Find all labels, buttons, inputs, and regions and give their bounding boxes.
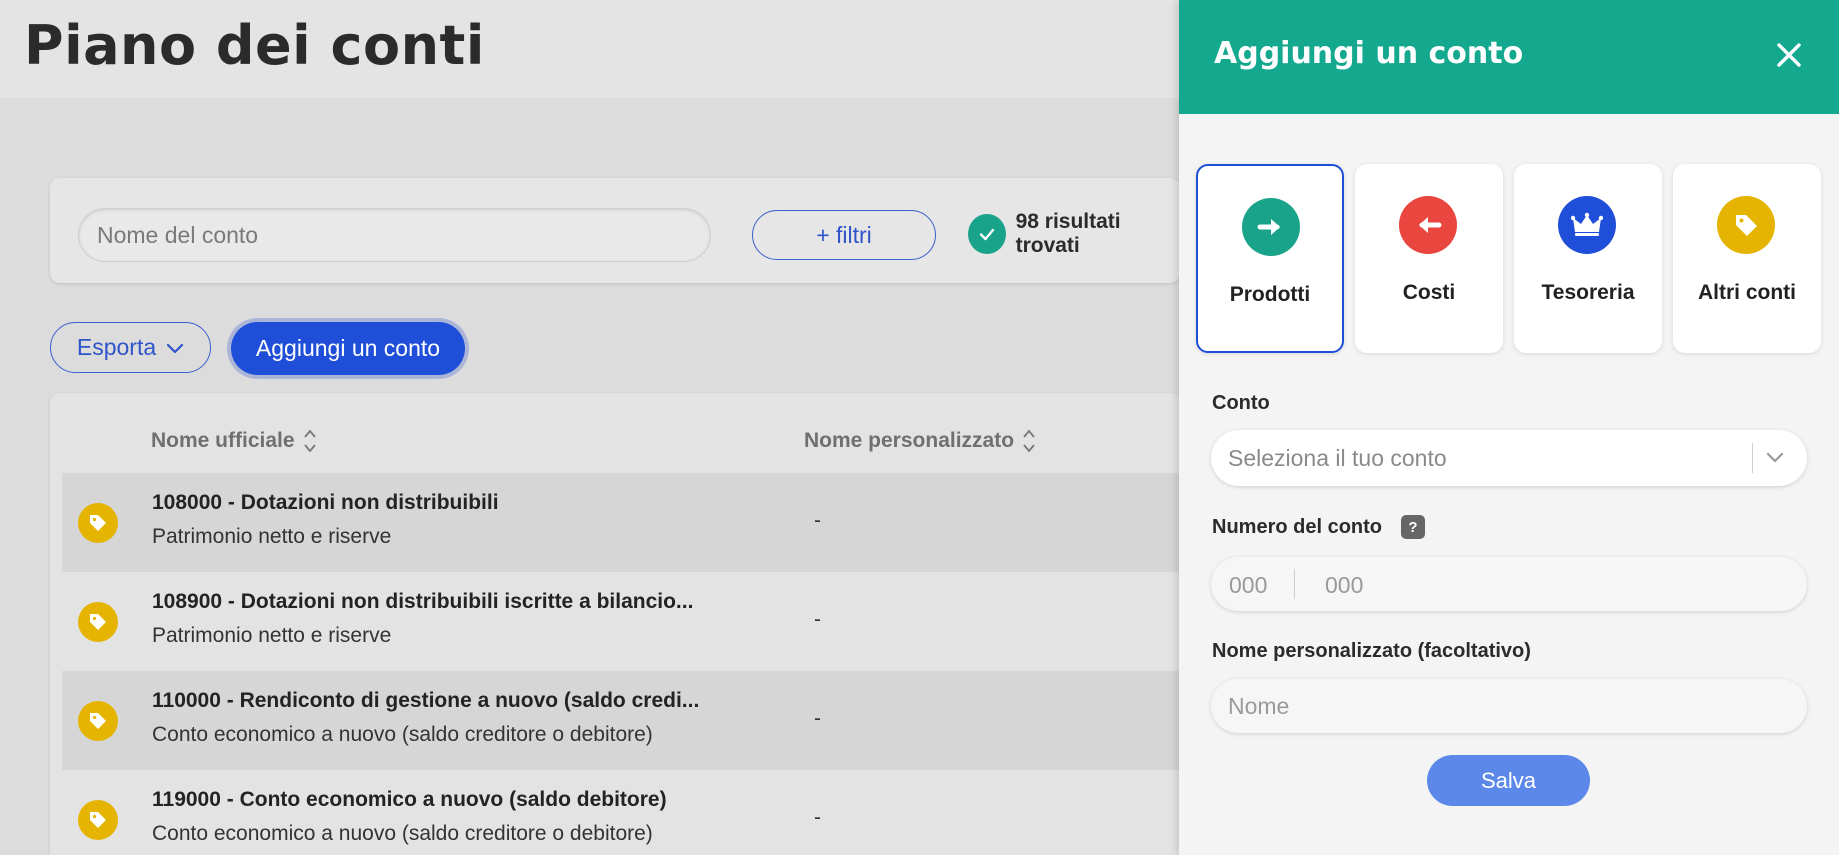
save-button[interactable]: Salva <box>1427 755 1590 806</box>
row-title: 119000 - Conto economico a nuovo (saldo … <box>152 788 667 811</box>
add-account-panel: Aggiungi un conto Prodotti Costi Tesorer… <box>1179 0 1839 855</box>
tag-icon <box>1717 196 1775 254</box>
panel-title: Aggiungi un conto <box>1214 36 1524 71</box>
column-header-label: Nome ufficiale <box>151 429 295 452</box>
panel-header: Aggiungi un conto <box>1179 0 1839 114</box>
row-custom-name: - <box>814 707 821 730</box>
crown-icon <box>1558 196 1616 254</box>
type-card-tesoreria[interactable]: Tesoreria <box>1514 164 1662 353</box>
column-header-official-name[interactable]: Nome ufficiale <box>151 427 317 455</box>
row-subtitle: Patrimonio netto e riserve <box>152 624 392 647</box>
export-label: Esporta <box>76 334 157 360</box>
accounts-table: Nome ufficiale Nome personalizzato 10800… <box>50 393 1180 855</box>
results-count: 98 risultati trovati <box>1015 210 1121 257</box>
results-indicator: 98 risultati trovati <box>968 210 1180 257</box>
row-subtitle: Patrimonio netto e riserve <box>152 525 392 548</box>
row-title: 108900 - Dotazioni non distribuibili isc… <box>152 590 694 613</box>
select-divider <box>1752 443 1753 473</box>
tag-icon <box>78 800 118 840</box>
tag-icon <box>78 602 118 642</box>
type-label: Costi <box>1402 281 1456 304</box>
tag-icon <box>78 503 118 543</box>
export-button[interactable]: Esporta <box>50 322 211 373</box>
close-icon <box>1776 42 1802 71</box>
account-number-label: Numero del conto <box>1212 516 1383 538</box>
page-header: Piano dei conti <box>0 0 1180 98</box>
row-subtitle: Conto economico a nuovo (saldo creditore… <box>152 723 653 746</box>
search-input[interactable] <box>78 208 711 262</box>
account-label: Conto <box>1212 392 1270 414</box>
row-custom-name: - <box>814 806 821 829</box>
account-number-suffix[interactable]: 000 <box>1325 572 1363 599</box>
type-card-costi[interactable]: Costi <box>1355 164 1503 353</box>
type-card-prodotti[interactable]: Prodotti <box>1196 164 1344 353</box>
chevron-down-icon[interactable] <box>1764 446 1786 473</box>
row-title: 108000 - Dotazioni non distribuibili <box>152 491 499 514</box>
type-label: Tesoreria <box>1541 281 1635 304</box>
type-label: Prodotti <box>1229 283 1311 306</box>
help-icon[interactable]: ? <box>1401 515 1425 539</box>
sort-icon <box>303 427 317 455</box>
column-header-label: Nome personalizzato <box>804 429 1015 452</box>
filter-bar: + filtri 98 risultati trovati <box>50 178 1180 283</box>
sort-icon <box>1022 427 1036 455</box>
account-select-placeholder: Seleziona il tuo conto <box>1228 445 1447 471</box>
arrow-left-icon <box>1399 196 1457 254</box>
row-title: 110000 - Rendiconto di gestione a nuovo … <box>152 689 700 712</box>
chevron-down-icon <box>166 334 184 361</box>
tag-icon <box>78 701 118 741</box>
row-custom-name: - <box>814 608 821 631</box>
account-number-input[interactable]: 000 000 <box>1211 557 1807 611</box>
type-label: Altri conti <box>1698 281 1796 304</box>
type-card-altri-conti[interactable]: Altri conti <box>1673 164 1821 353</box>
close-button[interactable] <box>1769 36 1809 76</box>
add-account-button[interactable]: Aggiungi un conto <box>231 322 465 375</box>
table-row[interactable]: 108900 - Dotazioni non distribuibili isc… <box>62 572 1180 671</box>
column-header-custom-name[interactable]: Nome personalizzato <box>804 427 1036 455</box>
page-title: Piano dei conti <box>24 14 485 77</box>
row-subtitle: Conto economico a nuovo (saldo creditore… <box>152 822 653 845</box>
number-divider <box>1294 569 1295 599</box>
account-select[interactable]: Seleziona il tuo conto <box>1211 430 1807 486</box>
custom-name-label: Nome personalizzato (facoltativo) <box>1212 640 1531 662</box>
table-row[interactable]: 108000 - Dotazioni non distribuibili Pat… <box>62 473 1180 572</box>
table-row[interactable]: 119000 - Conto economico a nuovo (saldo … <box>62 770 1180 855</box>
row-custom-name: - <box>814 509 821 532</box>
custom-name-input[interactable] <box>1211 679 1807 733</box>
arrow-right-icon <box>1242 198 1300 256</box>
filters-button[interactable]: + filtri <box>752 210 936 260</box>
account-number-prefix[interactable]: 000 <box>1229 572 1267 599</box>
check-icon <box>968 214 1006 254</box>
table-row[interactable]: 110000 - Rendiconto di gestione a nuovo … <box>62 671 1180 770</box>
